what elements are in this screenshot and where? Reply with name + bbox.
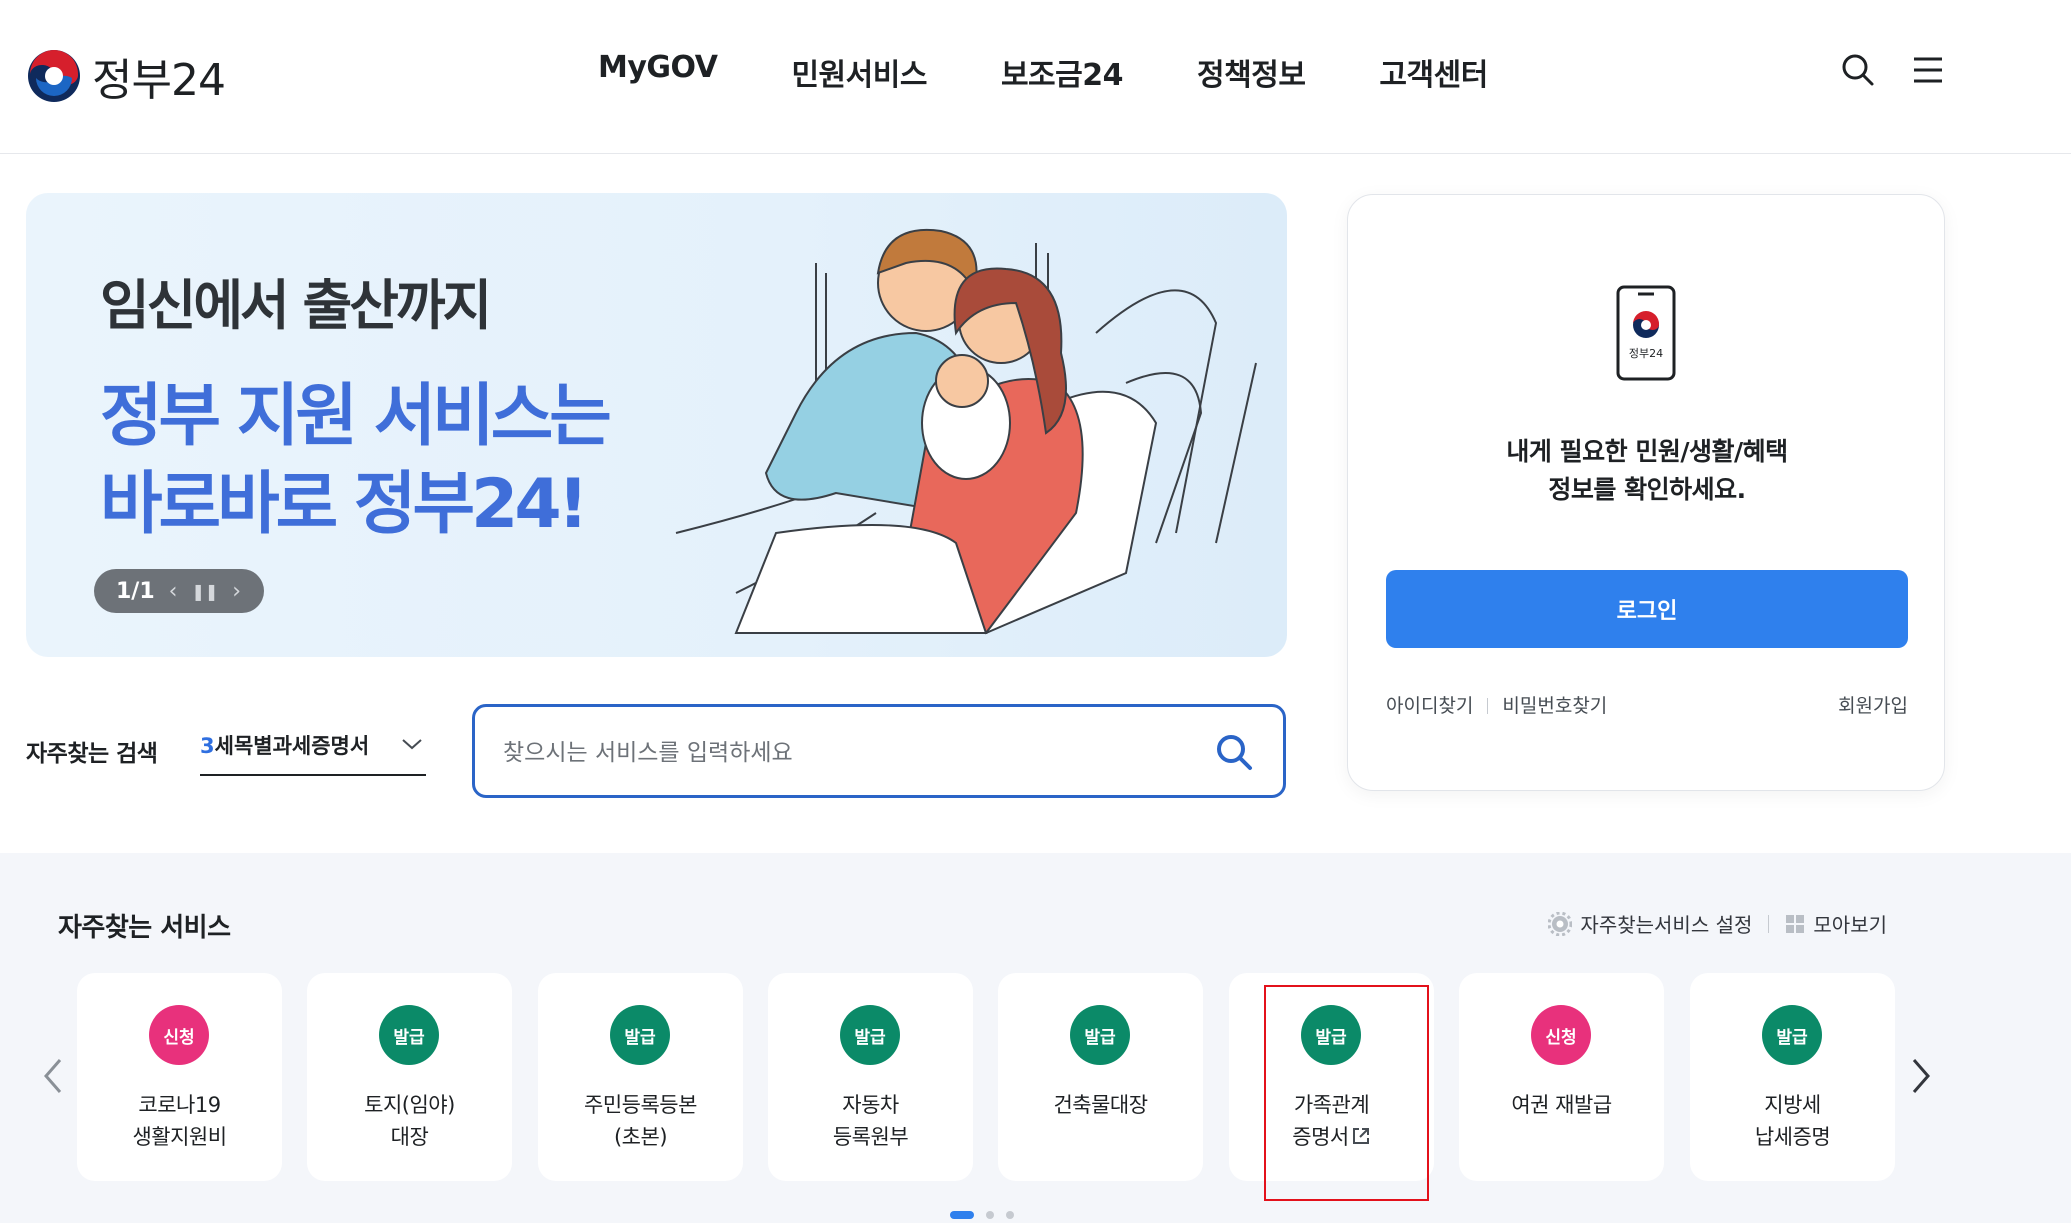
service-label: 주민등록등본 (초본) (538, 1089, 743, 1153)
apply-badge: 신청 (149, 1005, 209, 1065)
service-label-line1: 건축물대장 (1053, 1093, 1148, 1117)
frequent-search-term: 세목별과세증명서 (214, 734, 370, 758)
carousel-dot[interactable] (986, 1211, 994, 1219)
service-label-line2: 납세증명 (1754, 1125, 1831, 1149)
service-label-line2: (초본) (613, 1125, 668, 1149)
banner-pause-icon[interactable]: ❚❚ (191, 582, 218, 601)
carousel-dots (950, 1211, 1026, 1219)
service-card[interactable]: 발급 자동차 등록원부 (768, 973, 973, 1181)
services-viewall-label: 모아보기 (1813, 913, 1887, 937)
service-label: 여권 재발급 (1459, 1089, 1664, 1121)
banner-next-icon[interactable]: › (232, 579, 241, 604)
account-links: 아이디찾기 비밀번호찾기 회원가입 (1386, 691, 1908, 718)
search-input[interactable] (503, 733, 1183, 773)
services-settings-label: 자주찾는서비스 설정 (1580, 913, 1753, 937)
issue-badge: 발급 (1762, 1005, 1822, 1065)
search-icon[interactable] (1838, 50, 1878, 90)
banner-page-count: 1/1 (116, 578, 155, 604)
main-nav: MyGOV 민원서비스 보조금24 정책정보 고객센터 (598, 50, 1562, 94)
service-label-line1: 토지(임야) (364, 1093, 455, 1117)
logo-text: 정부24 (92, 55, 226, 106)
carousel-dot[interactable] (1006, 1211, 1014, 1219)
service-label-line1: 여권 재발급 (1511, 1093, 1612, 1117)
login-button[interactable]: 로그인 (1386, 570, 1908, 648)
chevron-left-icon[interactable] (36, 1054, 68, 1098)
nav-subsidy24[interactable]: 보조금24 (1001, 50, 1124, 94)
frequent-search-label: 자주찾는 검색 (26, 741, 158, 767)
services-viewall-button[interactable]: 모아보기 (1785, 909, 1887, 938)
mobile-phone-icon: 정부24 (1616, 285, 1676, 381)
service-label: 건축물대장 (998, 1089, 1203, 1121)
search-submit-icon[interactable] (1213, 731, 1255, 773)
login-message-line2: 정보를 확인하세요. (1548, 475, 1746, 504)
service-label-line1: 코로나19 (138, 1093, 221, 1117)
family-illustration (675, 228, 1257, 635)
frequent-services-title: 자주찾는 서비스 (58, 913, 231, 943)
service-label-line1: 지방세 (1764, 1093, 1821, 1117)
service-label: 지방세 납세증명 (1690, 1089, 1895, 1153)
service-card[interactable]: 발급 주민등록등본 (초본) (538, 973, 743, 1181)
service-card[interactable]: 발급 토지(임야) 대장 (307, 973, 512, 1181)
main-banner[interactable]: 임신에서 출산까지 정부 지원 서비스는 바로바로 정부24! 1/1 ‹ ❚❚… (26, 193, 1287, 657)
service-label: 코로나19 생활지원비 (77, 1089, 282, 1153)
issue-badge: 발급 (840, 1005, 900, 1065)
site-header: 정부24 MyGOV 민원서비스 보조금24 정책정보 고객센터 (0, 0, 2071, 154)
frequent-search-rank: 3 (200, 734, 215, 758)
banner-headline: 정부 지원 서비스는 바로바로 정부24! (100, 377, 612, 544)
frequent-search-select[interactable]: 3세목별과세증명서 (200, 730, 426, 776)
gear-icon (1548, 911, 1573, 936)
service-card[interactable]: 신청 여권 재발급 (1459, 973, 1664, 1181)
nav-policy-info[interactable]: 정책정보 (1197, 50, 1306, 94)
find-password-link[interactable]: 비밀번호찾기 (1502, 695, 1607, 717)
services-toolbar: 자주찾는서비스 설정 모아보기 (1548, 909, 1887, 938)
chevron-right-icon[interactable] (1906, 1054, 1938, 1098)
search-box (472, 704, 1286, 798)
services-settings-button[interactable]: 자주찾는서비스 설정 (1548, 909, 1752, 938)
apply-badge: 신청 (1531, 1005, 1591, 1065)
nav-customer-center[interactable]: 고객센터 (1379, 50, 1488, 94)
service-label-line2: 대장 (390, 1125, 429, 1149)
service-card[interactable]: 신청 코로나19 생활지원비 (77, 973, 282, 1181)
highlight-box (1264, 985, 1429, 1201)
nav-mygov[interactable]: MyGOV (598, 50, 718, 94)
service-label: 자동차 등록원부 (768, 1089, 973, 1153)
banner-kicker: 임신에서 출산까지 (100, 274, 492, 337)
taegeuk-logo-icon (28, 50, 80, 102)
find-id-link[interactable]: 아이디찾기 (1386, 695, 1473, 717)
service-label-line1: 자동차 (842, 1093, 899, 1117)
banner-pager: 1/1 ‹ ❚❚ › (94, 569, 264, 613)
logo[interactable]: 정부24 (26, 44, 226, 108)
grid-icon (1786, 914, 1805, 933)
issue-badge: 발급 (379, 1005, 439, 1065)
link-divider (1487, 698, 1489, 714)
banner-prev-icon[interactable]: ‹ (169, 579, 178, 604)
service-label-line2: 등록원부 (832, 1125, 909, 1149)
issue-badge: 발급 (1070, 1005, 1130, 1065)
menu-icon[interactable] (1908, 50, 1948, 90)
carousel-dot[interactable] (950, 1211, 974, 1219)
service-label-line1: 주민등록등본 (584, 1093, 697, 1117)
login-message-line1: 내게 필요한 민원/생활/혜택 (1506, 437, 1788, 466)
login-message: 내게 필요한 민원/생활/혜택 정보를 확인하세요. (1348, 433, 1946, 509)
frequent-services-section: 자주찾는 서비스 자주찾는서비스 설정 모아보기 신청 코로나19 생활지원비 … (0, 853, 2071, 1223)
signup-link[interactable]: 회원가입 (1838, 691, 1908, 718)
service-card[interactable]: 발급 지방세 납세증명 (1690, 973, 1895, 1181)
service-card[interactable]: 발급 건축물대장 (998, 973, 1203, 1181)
login-card: 정부24 내게 필요한 민원/생활/혜택 정보를 확인하세요. 로그인 아이디찾… (1347, 194, 1945, 791)
tool-divider (1768, 914, 1770, 933)
phone-label: 정부24 (1629, 347, 1663, 360)
service-label: 토지(임야) 대장 (307, 1089, 512, 1153)
issue-badge: 발급 (610, 1005, 670, 1065)
nav-civil-service[interactable]: 민원서비스 (791, 50, 927, 94)
service-label-line2: 생활지원비 (132, 1125, 227, 1149)
chevron-down-icon (402, 739, 422, 750)
